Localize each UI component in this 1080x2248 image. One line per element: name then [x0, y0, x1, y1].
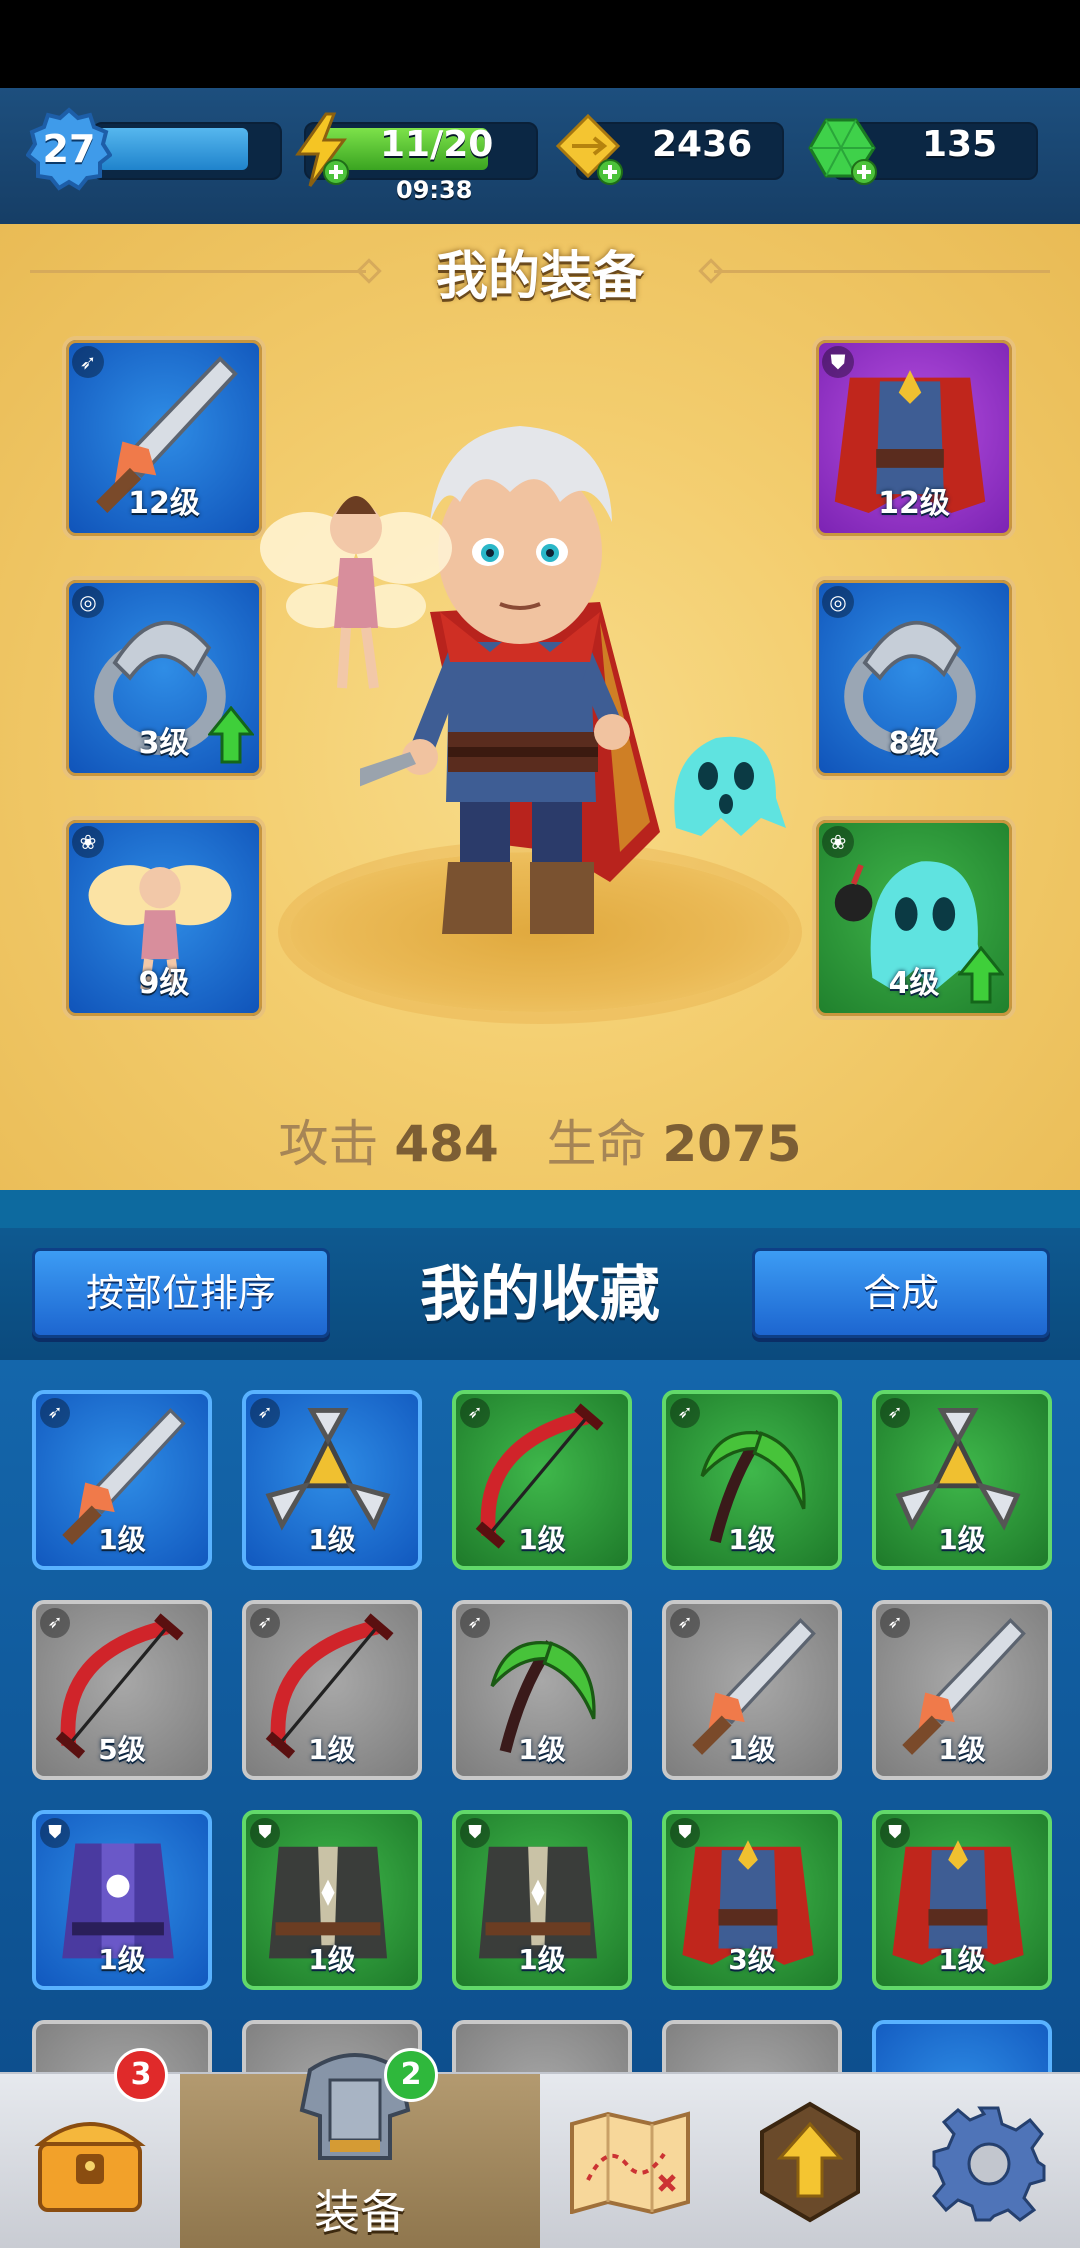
item-level: 5级: [98, 1733, 146, 1766]
item-level: 1级: [728, 1733, 776, 1766]
treasure-map-icon: [570, 2111, 690, 2214]
item-level: 1级: [938, 1523, 986, 1556]
item-level: 12级: [128, 486, 200, 521]
bow-icon: ➶: [40, 1398, 70, 1428]
item-level: 9级: [138, 966, 190, 1001]
hero-stats: 攻击 484 生命 2075: [0, 1104, 1080, 1176]
inventory-item[interactable]: ➶ 1级: [872, 1390, 1052, 1570]
collection-header-stripe: [0, 1190, 1080, 1228]
bow-icon: ➶: [40, 1608, 70, 1638]
inventory-item[interactable]: ➶ 5级: [32, 1600, 212, 1780]
bow-icon: ➶: [460, 1608, 490, 1638]
item-level: 1级: [308, 1943, 356, 1976]
inventory-item[interactable]: ⛊ 3级: [662, 1810, 842, 1990]
equipment-slot[interactable]: ❀ 9级: [62, 816, 266, 1020]
item-level: 1级: [728, 1523, 776, 1556]
inventory-item[interactable]: ➶ 1级: [32, 1390, 212, 1570]
bow-icon: ➶: [880, 1398, 910, 1428]
upgrade-available-icon: [208, 706, 254, 764]
inventory-item[interactable]: ⛊ 1级: [872, 1810, 1052, 1990]
armor-icon: ⛊: [880, 1818, 910, 1848]
bow-icon: ➶: [670, 1608, 700, 1638]
item-level: 1级: [518, 1943, 566, 1976]
bow-icon: ➶: [670, 1398, 700, 1428]
item-level: 1级: [938, 1943, 986, 1976]
sort-by-slot-button[interactable]: 按部位排序: [32, 1248, 330, 1338]
bow-icon: ➶: [72, 346, 104, 378]
gold-coin-icon: [555, 113, 623, 185]
nav-equipment-label: 装备: [314, 2185, 406, 2239]
treasure-chest-icon: [34, 2122, 146, 2212]
paw-icon: ❀: [822, 826, 854, 858]
armor-icon: ⛊: [822, 346, 854, 378]
chest-notification-badge: 3: [114, 2048, 168, 2102]
status-bar: [0, 0, 1080, 88]
inventory-item[interactable]: ➶ 1级: [662, 1390, 842, 1570]
attack-value: 484: [394, 1115, 499, 1173]
upgrade-arrow-icon: [760, 2101, 860, 2223]
upgrade-available-icon: [958, 946, 1004, 1004]
inventory-item[interactable]: ⛊ 1级: [32, 1810, 212, 1990]
inventory-item[interactable]: ➶ 1级: [662, 1600, 842, 1780]
ghost-companion: [674, 736, 786, 836]
armor-icon: ⛊: [460, 1818, 490, 1848]
gold-count: 2436: [652, 124, 753, 165]
armor-icon: ⛊: [250, 1818, 280, 1848]
inventory-item[interactable]: ⛊ 1级: [242, 1810, 422, 1990]
item-level: 1级: [518, 1523, 566, 1556]
lightning-icon: [295, 112, 349, 187]
equipment-slot[interactable]: ➶ 12级: [62, 336, 266, 540]
inventory-item[interactable]: ➶ 1级: [872, 1600, 1052, 1780]
attack-label: 攻击: [278, 1115, 379, 1173]
paw-icon: ❀: [72, 826, 104, 858]
armor-icon: ⛊: [670, 1818, 700, 1848]
xp-bar-fill: [98, 128, 248, 170]
item-level: 1级: [308, 1733, 356, 1766]
item-level: 1级: [308, 1523, 356, 1556]
ring-icon: ◎: [72, 586, 104, 618]
hp-value: 2075: [662, 1115, 802, 1173]
armor-icon: ⛊: [40, 1818, 70, 1848]
bow-icon: ➶: [880, 1608, 910, 1638]
hp-label: 生命: [546, 1115, 647, 1173]
equipment-notification-badge: 2: [384, 2048, 438, 2102]
inventory-item[interactable]: ➶ 1级: [452, 1600, 632, 1780]
equipment-title: 我的装备: [435, 247, 644, 307]
item-level: 1级: [938, 1733, 986, 1766]
equipment-slot[interactable]: ◎ 3级: [62, 576, 266, 780]
item-level: 8级: [888, 726, 940, 761]
fairy-companion: [260, 496, 452, 689]
item-level: 12级: [878, 486, 950, 521]
equipment-slot[interactable]: ❀ 4级: [812, 816, 1016, 1020]
gem-count: 135: [922, 124, 998, 165]
item-level: 3级: [728, 1943, 776, 1976]
equipment-slot[interactable]: ⛊ 12级: [812, 336, 1016, 540]
energy-timer: 09:38: [396, 176, 473, 204]
item-level: 1级: [98, 1943, 146, 1976]
equipment-slot[interactable]: ◎ 8级: [812, 576, 1016, 780]
gear-icon: [932, 2106, 1046, 2222]
item-level: 1级: [98, 1523, 146, 1556]
inventory-item[interactable]: ➶ 1级: [452, 1390, 632, 1570]
player-level: 27: [42, 127, 96, 171]
bow-icon: ➶: [460, 1398, 490, 1428]
item-level: 1级: [518, 1733, 566, 1766]
inventory-item[interactable]: ⛊ 1级: [452, 1810, 632, 1990]
craft-button[interactable]: 合成: [752, 1248, 1050, 1338]
inventory-item[interactable]: ➶ 1级: [242, 1600, 422, 1780]
collection-title: 我的收藏: [420, 1260, 660, 1330]
inventory-item[interactable]: ➶ 1级: [242, 1390, 422, 1570]
ring-icon: ◎: [822, 586, 854, 618]
bow-icon: ➶: [250, 1608, 280, 1638]
energy-count: 11/20: [380, 124, 494, 165]
bow-icon: ➶: [250, 1398, 280, 1428]
gem-icon: [808, 118, 877, 185]
